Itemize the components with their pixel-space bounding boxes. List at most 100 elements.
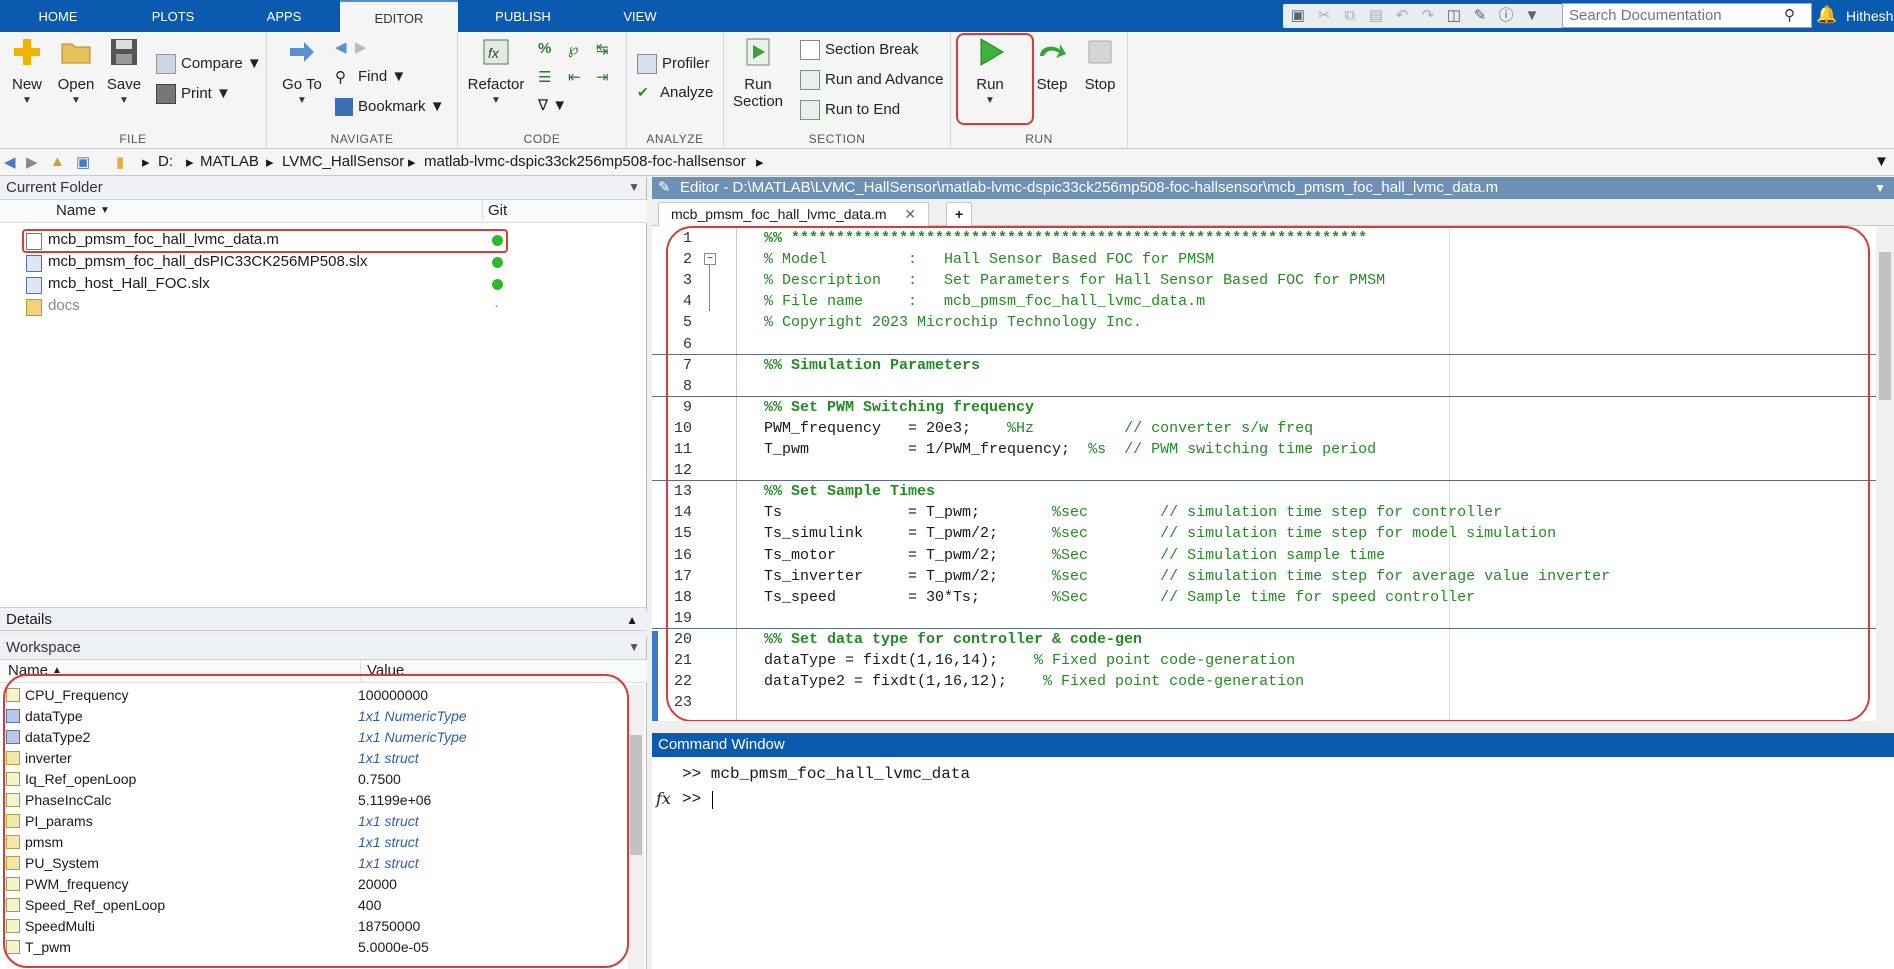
profiler-button[interactable]: Profiler [637,54,710,74]
increase-indent-icon[interactable]: ⇥ [596,68,609,86]
close-tab-icon[interactable]: ✕ [904,206,916,222]
scrollbar-thumb[interactable] [630,735,642,855]
stop-icon [1088,40,1112,64]
details-title: Details [6,611,52,628]
workspace-scrollbar[interactable] [628,685,644,969]
details-pane-header[interactable]: Details ▲ [0,607,646,631]
tab-view[interactable]: VIEW [608,0,672,32]
editor-menu-icon[interactable]: ▼ [1874,177,1886,199]
decrease-indent-icon[interactable]: ⇤ [568,68,581,86]
save-disk-icon [111,39,137,65]
redo-icon[interactable]: ↷ [1419,7,1437,25]
editor-scrollbar[interactable] [1876,226,1894,721]
back-arrow-icon[interactable]: ◀ [335,39,347,56]
indent-icon[interactable]: ☰ [538,68,551,86]
section-break-button[interactable]: Section Break [800,40,918,60]
breadcrumb-project-folder[interactable]: matlab-lvmc-dspic33ck256mp508-foc-hallse… [424,153,746,170]
community-icon[interactable]: ✎ [1471,7,1489,25]
step-button[interactable]: Step [1033,36,1071,93]
save-button[interactable]: Save ▼ [106,36,142,106]
new-button[interactable]: New ▼ [8,36,46,106]
analyze-button[interactable]: ✔ Analyze [637,84,713,102]
editor-title-bar: ✎ Editor - D:\MATLAB\LVMC_HallSensor\mat… [652,177,1894,199]
stop-button[interactable]: Stop [1081,36,1119,93]
search-icon[interactable]: ⚲ [1784,6,1795,24]
print-label: Print [181,84,212,102]
file-name: mcb_pmsm_foc_hall_dsPIC33CK256MP508.slx [48,253,368,270]
help-icon[interactable]: ⓘ [1497,7,1515,25]
pane-menu-icon[interactable]: ▼ [628,180,640,194]
collapse-icon[interactable]: ▲ [626,608,638,632]
command-window[interactable]: >> mcb_pmsm_foc_hall_lvmc_data fx >> [652,757,1894,969]
new-tab-plus-icon[interactable]: + [946,202,973,226]
function-icon[interactable]: ∇ ▼ [538,96,567,114]
wrap-comments-icon[interactable]: ↹ [596,40,609,58]
editor-file-tab[interactable]: mcb_pmsm_foc_hall_lvmc_data.m ✕ [658,202,930,226]
options-icon[interactable]: ▼ [1523,7,1541,25]
fx-icon[interactable]: fx [656,789,671,808]
undo-icon[interactable]: ↶ [1393,7,1411,25]
run-to-end-button[interactable]: Run to End [800,100,900,120]
folder-row[interactable]: docs · [0,295,646,317]
bookmark-button[interactable]: Bookmark ▼ [335,98,445,117]
slx-file-icon [26,277,42,294]
workspace-pane: Workspace ▼ Name ▲ Value CPU_Frequency 10… [0,637,647,969]
step-label: Step [1036,76,1068,93]
code-editor[interactable]: − 1%% **********************************… [652,226,1876,721]
forward-icon[interactable]: ▶ [26,153,38,171]
file-section-label: FILE [119,132,147,146]
refactor-fx-icon: fx [483,39,509,65]
run-section-button[interactable]: Run Section [730,36,786,110]
user-name[interactable]: Hithesh [1846,8,1893,24]
run-section-label-1: Run [744,76,772,93]
print-button[interactable]: Print ▼ [156,84,231,104]
copy-icon[interactable]: ⧉ [1341,7,1359,25]
folder-name-header[interactable]: Name ▼ [0,200,482,223]
compare-button[interactable]: Compare ▼ [156,54,262,74]
tab-home[interactable]: HOME [20,0,96,32]
uncomment-icon[interactable]: ℘ [568,40,578,58]
forward-arrow-icon[interactable]: ▶ [355,39,367,56]
command-history-line: >> mcb_pmsm_foc_hall_lvmc_data [682,765,971,783]
up-folder-icon[interactable]: ▲ [50,153,65,170]
switch-windows-icon[interactable]: ◫ [1445,7,1463,25]
workspace-highlight [3,674,629,968]
save-icon[interactable]: ▣ [1289,7,1307,25]
file-row[interactable]: mcb_pmsm_foc_hall_dsPIC33CK256MP508.slx [0,251,646,273]
run-and-advance-icon [800,70,820,90]
breadcrumb-separator: ▸ [408,154,416,171]
tab-editor[interactable]: EDITOR [340,0,458,33]
paste-icon[interactable]: ▤ [1367,7,1385,25]
code-highlight [666,226,1870,721]
git-status-dot [492,257,503,268]
run-and-advance-button[interactable]: Run and Advance [800,70,943,90]
back-forward-buttons[interactable]: ◀ ▶ [335,38,366,56]
comment-icon[interactable]: % [538,40,551,57]
git-status: · [494,297,499,314]
search-documentation-input[interactable] [1562,3,1812,28]
address-dropdown-icon[interactable]: ▼ [1874,153,1889,170]
run-and-advance-label: Run and Advance [825,70,944,88]
browse-folder-icon[interactable]: ▣ [76,153,90,171]
breadcrumb-matlab[interactable]: MATLAB [200,153,259,170]
tab-plots[interactable]: PLOTS [140,0,206,32]
file-row[interactable]: mcb_host_Hall_FOC.slx [0,273,646,295]
open-button[interactable]: Open ▼ [56,36,96,106]
find-button[interactable]: ⚲ Find ▼ [335,68,406,86]
cut-icon[interactable]: ✂ [1315,7,1333,25]
folder-git-header[interactable]: Git [482,200,647,223]
sort-icon: ▼ [100,205,110,216]
breadcrumb-separator: ▸ [756,154,764,171]
goto-button[interactable]: Go To ▼ [281,36,323,106]
pane-menu-icon[interactable]: ▼ [628,640,640,654]
text-cursor [712,791,713,809]
tab-apps[interactable]: APPS [254,0,314,32]
notification-bell-icon[interactable]: 🔔 [1816,5,1837,25]
refactor-button[interactable]: fx Refactor ▼ [466,36,526,106]
breadcrumb-lvmc-hallsensor[interactable]: LVMC_HallSensor [282,153,404,170]
back-icon[interactable]: ◀ [4,153,16,171]
tab-publish[interactable]: PUBLISH [480,0,566,32]
scrollbar-thumb[interactable] [1879,252,1891,400]
profiler-label: Profiler [662,54,710,72]
breadcrumb-d[interactable]: D: [158,153,173,170]
